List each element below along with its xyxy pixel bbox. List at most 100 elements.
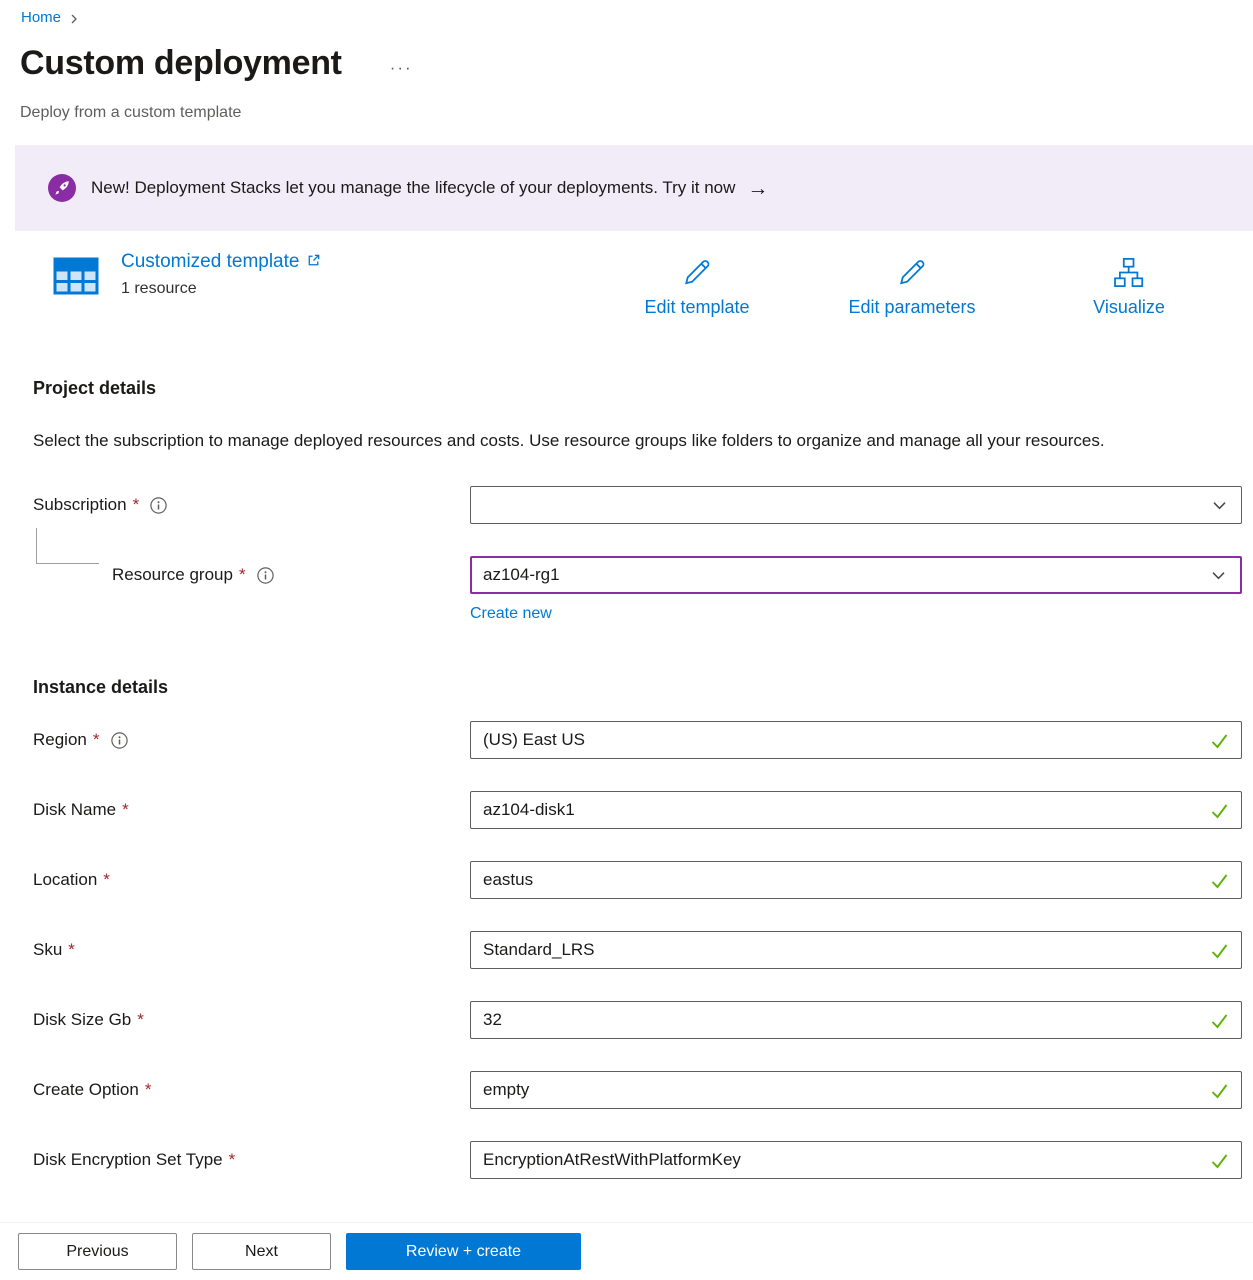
chevron-right-icon [68,13,80,25]
check-icon [1210,731,1229,750]
resource-group-row: Resource group * az104-rg1 [33,556,1242,594]
external-link-icon [306,253,321,268]
sku-row: Sku * Standard_LRS [33,931,1242,969]
region-value: (US) East US [483,730,585,750]
resource-group-value: az104-rg1 [483,565,560,585]
chevron-down-icon [1210,567,1227,584]
deployment-stacks-banner: New! Deployment Stacks let you manage th… [15,145,1253,231]
footer-action-bar: Previous Next Review + create [0,1222,1253,1280]
page-header: Custom deployment ··· [20,41,1253,85]
visualize-button[interactable]: Visualize [1093,255,1165,318]
required-asterisk: * [103,870,110,890]
info-icon[interactable] [257,567,274,584]
review-create-button[interactable]: Review + create [346,1233,581,1270]
region-input[interactable]: (US) East US [470,721,1242,759]
check-icon [1210,1011,1229,1030]
disk-name-row: Disk Name * az104-disk1 [33,791,1242,829]
subscription-label: Subscription * [33,486,470,524]
pencil-icon [680,255,715,290]
page-subtitle: Deploy from a custom template [20,103,1253,123]
visualize-label: Visualize [1093,297,1165,318]
visualize-icon [1112,255,1147,290]
resource-count: 1 resource [121,280,321,298]
disk-name-label-text: Disk Name [33,800,116,820]
sku-label: Sku * [33,931,470,969]
disk-encryption-set-type-input[interactable]: EncryptionAtRestWithPlatformKey [470,1141,1242,1179]
check-icon [1210,1081,1229,1100]
banner-message: New! Deployment Stacks let you manage th… [91,178,735,198]
required-asterisk: * [122,800,129,820]
template-meta: Customized template 1 resource [121,251,321,298]
edit-template-button[interactable]: Edit template [644,255,749,318]
check-icon [1210,801,1229,820]
project-details-heading: Project details [33,377,1242,399]
edit-template-label: Edit template [644,297,749,318]
breadcrumb: Home [0,0,1253,26]
previous-button[interactable]: Previous [18,1233,177,1270]
subscription-label-text: Subscription [33,495,127,515]
create-new-link[interactable]: Create new [470,604,552,624]
create-option-row: Create Option * empty [33,1071,1242,1109]
check-icon [1210,871,1229,890]
location-value: eastus [483,870,533,890]
disk-size-row: Disk Size Gb * 32 [33,1001,1242,1039]
next-button[interactable]: Next [192,1233,331,1270]
template-info: Customized template 1 resource [51,251,321,301]
disk-size-label-text: Disk Size Gb [33,1010,131,1030]
pencil-icon [895,255,930,290]
edit-parameters-button[interactable]: Edit parameters [848,255,975,318]
required-asterisk: * [68,940,75,960]
required-asterisk: * [239,565,246,585]
required-asterisk: * [229,1150,236,1170]
location-input[interactable]: eastus [470,861,1242,899]
required-asterisk: * [145,1080,152,1100]
region-label-text: Region [33,730,87,750]
disk-size-value: 32 [483,1010,502,1030]
region-row: Region * (US) East US [33,721,1242,759]
disk-encryption-set-type-row: Disk Encryption Set Type * EncryptionAtR… [33,1141,1242,1179]
create-option-label-text: Create Option [33,1080,139,1100]
sku-value: Standard_LRS [483,940,595,960]
create-option-value: empty [483,1080,529,1100]
breadcrumb-home-link[interactable]: Home [21,9,61,26]
rocket-icon [48,174,76,202]
disk-name-value: az104-disk1 [483,800,575,820]
required-asterisk: * [133,495,140,515]
info-icon[interactable] [150,497,167,514]
page-title: Custom deployment [20,41,342,85]
subscription-dropdown[interactable] [470,486,1242,524]
chevron-down-icon [1211,497,1228,514]
edit-parameters-label: Edit parameters [848,297,975,318]
disk-encryption-set-type-value: EncryptionAtRestWithPlatformKey [483,1150,741,1170]
project-fields: Subscription * Resource group * az104-rg… [33,486,1242,594]
location-label-text: Location [33,870,97,890]
subscription-row: Subscription * [33,486,1242,524]
disk-name-input[interactable]: az104-disk1 [470,791,1242,829]
arrow-right-icon[interactable]: → [747,178,768,199]
instance-details-heading: Instance details [33,676,1242,698]
location-row: Location * eastus [33,861,1242,899]
tree-connector [36,528,99,564]
disk-encryption-set-type-label-text: Disk Encryption Set Type [33,1150,223,1170]
create-option-input[interactable]: empty [470,1071,1242,1109]
check-icon [1210,941,1229,960]
disk-size-label: Disk Size Gb * [33,1001,470,1039]
template-name: Customized template [121,251,299,273]
region-label: Region * [33,721,470,759]
template-summary: Customized template 1 resource Edit temp… [0,251,1253,333]
required-asterisk: * [93,730,100,750]
sku-input[interactable]: Standard_LRS [470,931,1242,969]
disk-size-input[interactable]: 32 [470,1001,1242,1039]
info-icon[interactable] [111,732,128,749]
disk-name-label: Disk Name * [33,791,470,829]
customized-template-link[interactable]: Customized template [121,251,321,273]
resource-group-dropdown[interactable]: az104-rg1 [470,556,1242,594]
location-label: Location * [33,861,470,899]
check-icon [1210,1151,1229,1170]
required-asterisk: * [137,1010,144,1030]
deployment-form: Project details Select the subscription … [33,377,1242,1179]
project-details-description: Select the subscription to manage deploy… [33,425,1178,456]
create-option-label: Create Option * [33,1071,470,1109]
resource-group-label-text: Resource group [112,565,233,585]
more-menu-button[interactable]: ··· [390,58,413,78]
